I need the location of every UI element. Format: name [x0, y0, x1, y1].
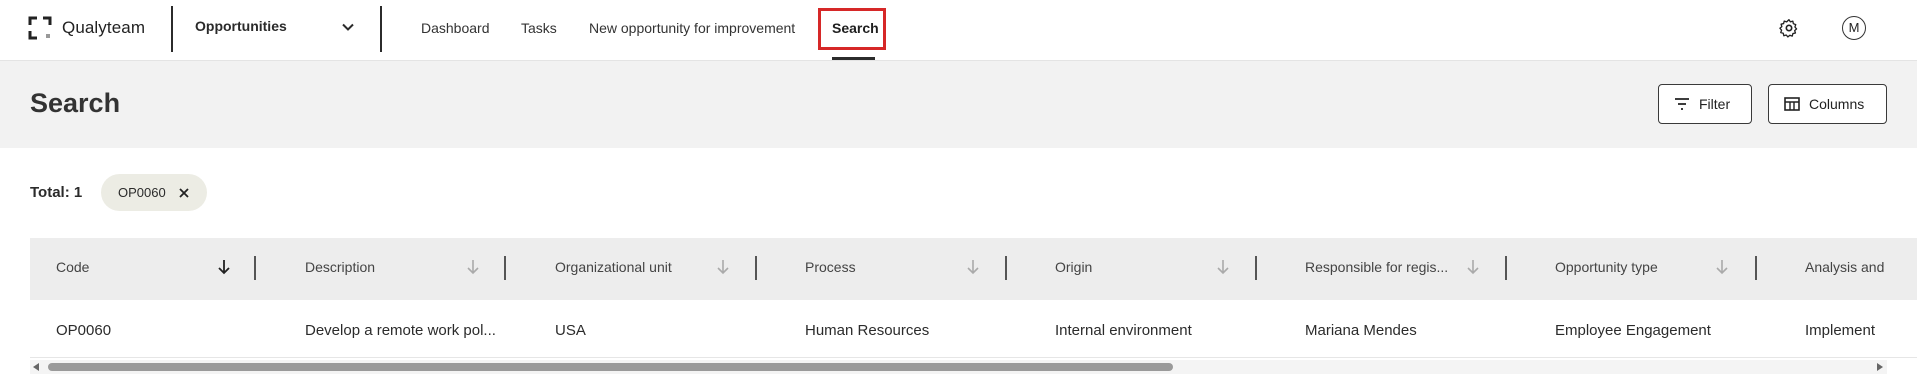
column-header-code[interactable]: Code [56, 259, 89, 275]
column-resizer[interactable] [1255, 256, 1257, 280]
scroll-right-arrow-icon[interactable] [1877, 363, 1883, 371]
filter-button-label: Filter [1699, 96, 1731, 112]
column-header-process[interactable]: Process [805, 259, 856, 275]
sort-arrow-down-icon[interactable] [1465, 258, 1481, 276]
module-selector-label[interactable]: Opportunities [195, 18, 287, 34]
sort-arrow-down-icon[interactable] [465, 258, 481, 276]
page-header [0, 61, 1917, 148]
results-total: Total: 1 [30, 184, 83, 201]
sort-arrow-down-icon[interactable] [715, 258, 731, 276]
column-header-origin[interactable]: Origin [1055, 259, 1092, 275]
column-resizer[interactable] [504, 256, 506, 280]
sort-arrow-down-icon[interactable] [1215, 258, 1231, 276]
cell-opportunity-type[interactable]: Employee Engagement [1555, 322, 1711, 339]
chevron-down-icon[interactable] [340, 19, 356, 35]
column-header-responsible[interactable]: Responsible for regis... [1305, 259, 1448, 275]
columns-button-label: Columns [1809, 96, 1865, 112]
nav-dashboard[interactable]: Dashboard [421, 20, 490, 36]
filter-chip-label: OP0060 [118, 185, 166, 200]
logo-text: Qualyteam [62, 18, 146, 37]
column-header-organizational-unit[interactable]: Organizational unit [555, 259, 672, 275]
horizontal-scrollbar[interactable] [30, 360, 1887, 374]
column-resizer[interactable] [1005, 256, 1007, 280]
filter-icon [1675, 98, 1689, 110]
table-header: Code Description Organizational unit Pro… [30, 238, 1917, 300]
columns-icon [1784, 97, 1800, 111]
column-resizer[interactable] [254, 256, 256, 280]
scroll-left-arrow-icon[interactable] [33, 363, 39, 371]
column-resizer[interactable] [1505, 256, 1507, 280]
nav-new-opportunity[interactable]: New opportunity for improvement [589, 20, 795, 36]
columns-button[interactable]: Columns [1768, 84, 1887, 124]
column-header-opportunity-type[interactable]: Opportunity type [1555, 259, 1658, 275]
results-table: Code Description Organizational unit Pro… [30, 238, 1917, 360]
filter-button[interactable]: Filter [1658, 84, 1752, 124]
divider [171, 6, 173, 52]
page-title: Search [30, 88, 121, 118]
cell-description[interactable]: Develop a remote work pol... [305, 322, 496, 339]
active-tab-indicator [832, 57, 875, 60]
sort-arrow-down-icon[interactable] [965, 258, 981, 276]
cell-organizational-unit[interactable]: USA [555, 322, 586, 339]
scrollbar-thumb[interactable] [48, 363, 1173, 371]
cell-process[interactable]: Human Resources [805, 322, 929, 339]
column-header-description[interactable]: Description [305, 259, 375, 275]
gear-icon[interactable] [1779, 18, 1799, 38]
column-resizer[interactable] [1755, 256, 1757, 280]
filter-chip: OP0060 [101, 174, 207, 211]
highlight-box [818, 8, 886, 50]
top-navigation-bar: Qualyteam Opportunities Dashboard Tasks … [0, 0, 1917, 61]
qualyteam-logo-icon [28, 16, 52, 40]
cell-code[interactable]: OP0060 [56, 322, 111, 339]
cell-analysis[interactable]: Implement [1805, 322, 1875, 339]
cell-origin[interactable]: Internal environment [1055, 322, 1192, 339]
divider [380, 6, 382, 52]
app-logo[interactable]: Qualyteam [28, 14, 145, 42]
sort-arrow-down-icon[interactable] [1714, 258, 1730, 276]
cell-responsible[interactable]: Mariana Mendes [1305, 322, 1417, 339]
close-icon[interactable] [178, 187, 190, 199]
sort-arrow-down-icon[interactable] [216, 258, 232, 276]
user-avatar[interactable]: M [1842, 16, 1866, 40]
column-header-analysis[interactable]: Analysis and [1805, 259, 1884, 275]
column-resizer[interactable] [755, 256, 757, 280]
nav-tasks[interactable]: Tasks [521, 20, 557, 36]
